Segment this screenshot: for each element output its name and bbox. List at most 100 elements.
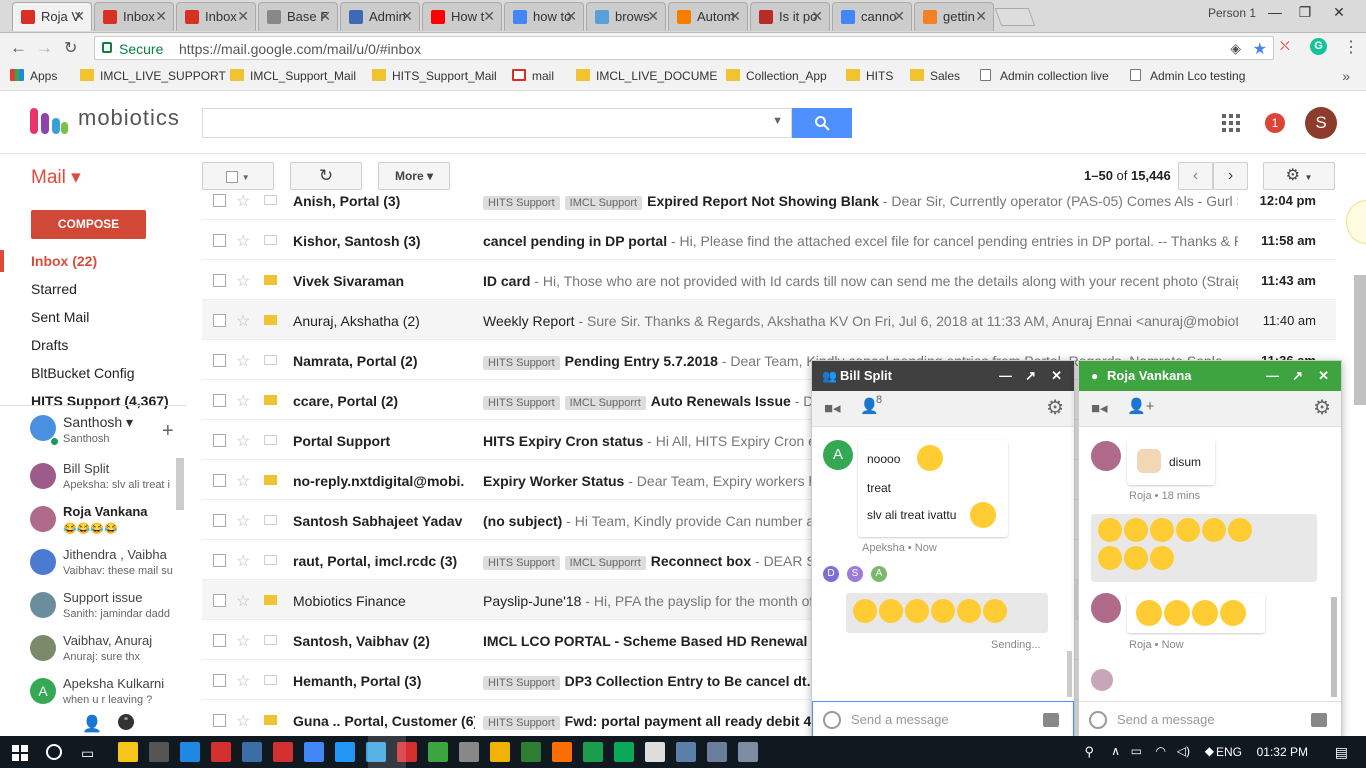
close-tab-icon[interactable]: ✕ (155, 3, 167, 30)
row-checkbox[interactable] (213, 594, 226, 607)
important-marker-icon[interactable] (264, 355, 277, 365)
select-checkbox-button[interactable]: ▼ (202, 162, 274, 190)
chat-header[interactable]: 👥 Bill Split — ↗ ✕ (812, 361, 1074, 391)
hangout-conversation[interactable]: Support issue Sanith: jamindar dadd (30, 590, 180, 630)
close-tab-icon[interactable]: ✕ (647, 3, 659, 30)
star-icon[interactable]: ☆ (236, 591, 250, 611)
eye-icon[interactable]: ◈ (1230, 40, 1241, 57)
star-icon[interactable]: ☆ (236, 471, 250, 491)
bookmark-item[interactable]: Sales (910, 69, 960, 83)
important-marker-icon[interactable] (264, 275, 277, 285)
row-checkbox[interactable] (213, 314, 226, 327)
taskbar-outlook-icon[interactable] (180, 742, 200, 762)
compose-button[interactable]: COMPOSE (31, 210, 146, 239)
row-checkbox[interactable] (213, 714, 226, 727)
label-tag[interactable]: HITS Support (483, 676, 560, 690)
minimize-icon[interactable]: — (1264, 4, 1286, 24)
important-marker-icon[interactable] (264, 235, 277, 245)
row-checkbox[interactable] (213, 514, 226, 527)
table-row[interactable]: ☆ Vivek Sivaraman ID card - Hi, Those who … (202, 260, 1336, 300)
hangout-conversation[interactable]: Vaibhav, Anuraj Anuraj: sure thx (30, 633, 180, 673)
important-marker-icon[interactable] (264, 595, 277, 605)
gear-icon[interactable]: ⚙ (1046, 395, 1064, 420)
hangout-conversation[interactable]: Roja Vankana 😂😂😂😂 (30, 504, 180, 544)
close-tab-icon[interactable]: ✕ (483, 3, 495, 30)
important-marker-icon[interactable] (264, 515, 277, 525)
add-person-icon[interactable]: 👤+ (1127, 397, 1154, 415)
search-input[interactable]: ▼ (202, 108, 792, 138)
minimize-chat-icon[interactable]: — (1266, 361, 1279, 391)
browser-tab[interactable]: how to ✕ (504, 2, 584, 31)
search-icon[interactable] (46, 744, 62, 760)
browser-tab[interactable]: Is it po ✕ (750, 2, 830, 31)
browser-tab[interactable]: brows ✕ (586, 2, 666, 31)
browser-tab[interactable]: canno ✕ (832, 2, 912, 31)
new-tab-button[interactable] (994, 8, 1036, 26)
emoji-icon[interactable] (823, 711, 841, 729)
popout-icon[interactable]: ↗ (1292, 361, 1303, 391)
more-button[interactable]: More ▾ (378, 162, 450, 190)
row-checkbox[interactable] (213, 234, 226, 247)
browser-tab[interactable]: Admin ✕ (340, 2, 420, 31)
label-tag[interactable]: HITS Support (483, 356, 560, 370)
clock[interactable]: 01:32 PM (1257, 745, 1308, 759)
star-icon[interactable]: ☆ (236, 551, 250, 571)
row-checkbox[interactable] (213, 394, 226, 407)
volume-icon[interactable]: ◁) (1177, 744, 1190, 758)
nav-item[interactable]: Drafts (31, 337, 68, 353)
hangouts-quote-icon[interactable]: ” (118, 714, 134, 730)
image-icon[interactable] (1043, 713, 1059, 727)
settings-button[interactable]: ⚙ ▼ (1263, 162, 1335, 190)
notification-badge[interactable]: 1 (1265, 113, 1285, 133)
bookmark-item[interactable]: Apps (10, 69, 57, 83)
mail-switcher[interactable]: Mail ▾ (31, 166, 81, 189)
video-call-icon[interactable]: ■◂ (824, 399, 841, 417)
maximize-icon[interactable]: ❐ (1294, 4, 1316, 24)
chat-header[interactable]: ● Roja Vankana — ↗ ✕ (1079, 361, 1341, 391)
label-tag[interactable]: HITS Support (483, 716, 560, 730)
extension-icon[interactable]: ⛌ (1280, 38, 1296, 54)
me-name[interactable]: Santhosh ▾ (63, 414, 133, 431)
message-input[interactable]: Send a message (1079, 701, 1341, 737)
close-tab-icon[interactable]: ✕ (401, 3, 413, 30)
popout-icon[interactable]: ↗ (1025, 361, 1036, 391)
forward-icon[interactable]: → (36, 38, 53, 58)
nav-item[interactable]: Starred (31, 281, 77, 297)
row-checkbox[interactable] (213, 274, 226, 287)
back-icon[interactable]: ← (10, 38, 27, 58)
floating-widget[interactable] (1346, 200, 1366, 244)
bookmark-item[interactable]: HITS (846, 69, 893, 83)
bookmark-item[interactable]: HITS_Support_Mail (372, 69, 497, 83)
table-row[interactable]: ☆ Anish, Portal (3) HITS Support IMCL Suppo… (202, 190, 1336, 220)
important-marker-icon[interactable] (264, 195, 277, 205)
taskbar-app-icon[interactable] (583, 742, 603, 762)
hangout-conversation[interactable]: Jithendra , Vaibha Vaibhav: these mail su (30, 547, 180, 587)
star-icon[interactable]: ☆ (236, 231, 250, 251)
bookmark-item[interactable]: Admin Lco testing (1130, 69, 1245, 83)
row-checkbox[interactable] (213, 474, 226, 487)
taskbar-app-icon[interactable] (273, 742, 293, 762)
close-tab-icon[interactable]: ✕ (565, 3, 577, 30)
close-tab-icon[interactable]: ✕ (811, 3, 823, 30)
taskbar-app-icon[interactable] (645, 742, 665, 762)
label-tag[interactable]: HITS Support (483, 396, 560, 410)
browser-tab[interactable]: Base F ✕ (258, 2, 338, 31)
close-tab-icon[interactable]: ✕ (237, 3, 249, 30)
bookmark-item[interactable]: IMCL_LIVE_DOCUME (576, 69, 717, 83)
star-icon[interactable]: ☆ (236, 391, 250, 411)
taskbar-app-icon[interactable] (428, 742, 448, 762)
close-tab-icon[interactable]: ✕ (319, 3, 331, 30)
reload-icon[interactable]: ↻ (64, 38, 77, 58)
browser-tab[interactable]: Inbox ✕ (176, 2, 256, 31)
nav-item[interactable]: HITS Support (4,367) (31, 393, 169, 409)
row-checkbox[interactable] (213, 434, 226, 447)
row-checkbox[interactable] (213, 634, 226, 647)
important-marker-icon[interactable] (264, 675, 277, 685)
task-view-icon[interactable]: ▭ (81, 745, 94, 762)
taskbar-app-icon[interactable] (242, 742, 262, 762)
taskbar-app-icon[interactable] (707, 742, 727, 762)
row-checkbox[interactable] (213, 354, 226, 367)
taskbar-chrome-icon[interactable] (304, 742, 324, 762)
close-tab-icon[interactable]: ✕ (975, 3, 987, 30)
older-button[interactable]: › (1213, 162, 1248, 190)
